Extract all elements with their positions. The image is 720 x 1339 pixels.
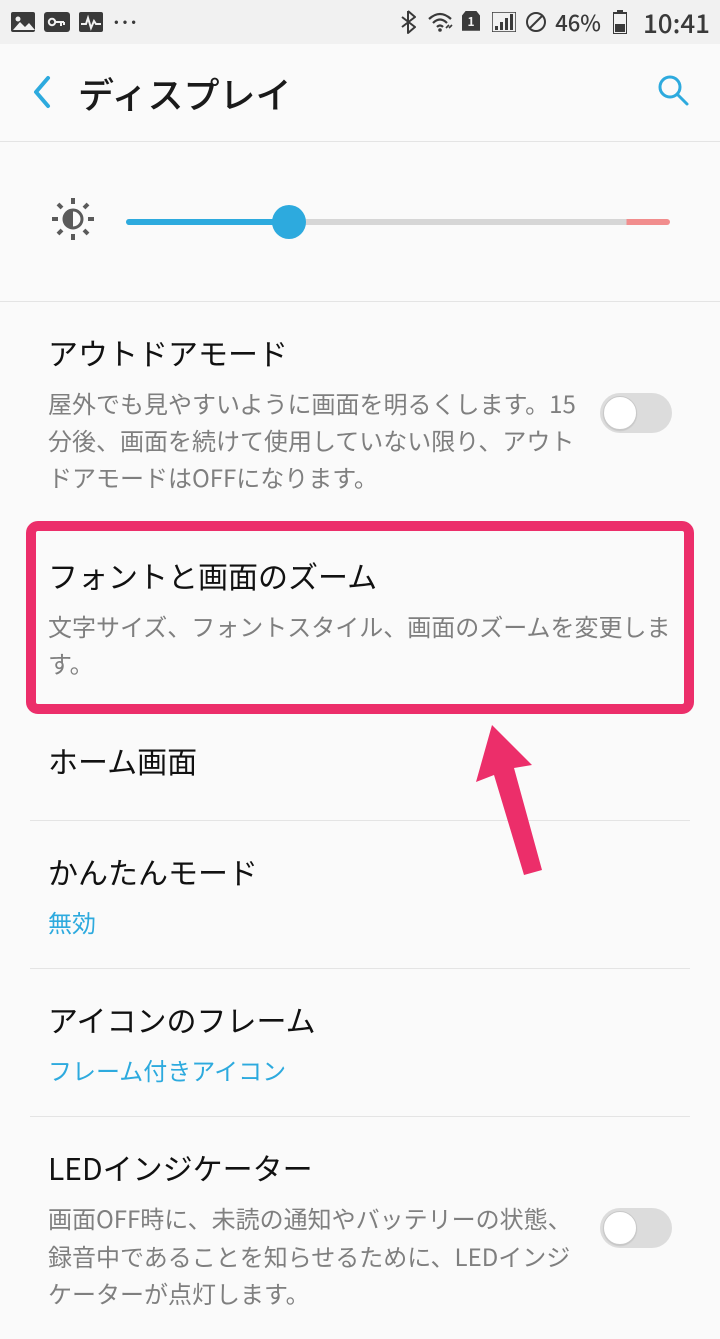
- item-outdoor-mode[interactable]: アウトドアモード 屋外でも見やすいように画面を明るくします。15分後、画面を続け…: [30, 302, 690, 525]
- settings-list: アウトドアモード 屋外でも見やすいように画面を明るくします。15分後、画面を続け…: [0, 302, 720, 1339]
- item-icon-frame[interactable]: アイコンのフレーム フレーム付きアイコン: [30, 969, 690, 1117]
- item-title: かんたんモード: [48, 849, 672, 893]
- item-title: アイコンのフレーム: [48, 997, 672, 1041]
- search-button[interactable]: [656, 73, 690, 112]
- activity-icon: [78, 11, 104, 33]
- brightness-slider[interactable]: [126, 210, 670, 234]
- gallery-icon: [10, 11, 36, 33]
- brightness-icon: [50, 196, 96, 247]
- item-easy-mode[interactable]: かんたんモード 無効: [30, 821, 690, 969]
- item-title: アウトドアモード: [48, 330, 580, 374]
- item-home-screen[interactable]: ホーム画面: [30, 710, 690, 821]
- svg-text:1: 1: [468, 13, 475, 30]
- wifi-icon: [427, 11, 453, 33]
- item-font-zoom[interactable]: フォントと画面のズーム 文字サイズ、フォントスタイル、画面のズームを変更します。: [30, 525, 690, 710]
- item-subtitle: 無効: [48, 903, 672, 940]
- led-indicator-toggle[interactable]: [600, 1208, 672, 1248]
- back-button[interactable]: [30, 73, 78, 113]
- bluetooth-icon: [395, 11, 421, 33]
- more-icon: ⋯: [112, 9, 140, 35]
- item-title: LEDインジケーター: [48, 1145, 580, 1189]
- item-led-indicator[interactable]: LEDインジケーター 画面OFF時に、未読の通知やバッテリーの状態、録音中である…: [30, 1117, 690, 1339]
- brightness-row: [0, 142, 720, 302]
- item-subtitle: 画面OFF時に、未読の通知やバッテリーの状態、録音中であることを知らせるために、…: [48, 1199, 580, 1311]
- key-icon: [44, 11, 70, 33]
- battery-percent: 46%: [555, 6, 601, 38]
- signal-icon: [491, 11, 517, 33]
- battery-icon: [607, 11, 633, 33]
- item-subtitle: フレーム付きアイコン: [48, 1051, 672, 1088]
- clock: 10:41: [643, 4, 710, 41]
- app-header: ディスプレイ: [0, 44, 720, 142]
- sim-icon: 1: [459, 11, 485, 33]
- status-bar: ⋯ 1 46% 10:41: [0, 0, 720, 44]
- item-title: フォントと画面のズーム: [48, 553, 672, 597]
- block-icon: [523, 11, 549, 33]
- outdoor-mode-toggle[interactable]: [600, 393, 672, 433]
- item-subtitle: 文字サイズ、フォントスタイル、画面のズームを変更します。: [48, 607, 672, 681]
- item-subtitle: 屋外でも見やすいように画面を明るくします。15分後、画面を続けて使用していない限…: [48, 384, 580, 496]
- page-title: ディスプレイ: [78, 67, 291, 119]
- item-title: ホーム画面: [48, 738, 672, 782]
